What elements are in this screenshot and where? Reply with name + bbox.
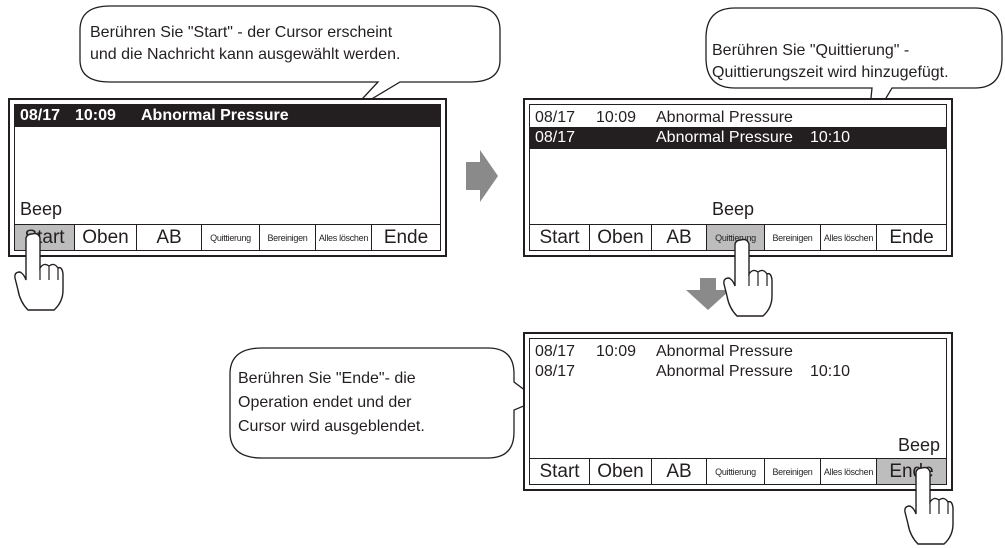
quittierung-button[interactable]: Quittierung	[707, 459, 765, 484]
oben-button[interactable]: Oben	[590, 459, 652, 484]
alarm-row-selected[interactable]: 08/17 10:09 Abnormal Pressure	[15, 105, 440, 127]
oben-button[interactable]: Oben	[590, 225, 652, 250]
alarm-time: 10:09	[596, 343, 637, 360]
alarm-message: Abnormal Pressure	[141, 107, 289, 124]
start-button[interactable]: Start	[530, 225, 590, 250]
pointing-hand-icon	[904, 466, 954, 545]
alarm-panel-step2: 08/17 10:09 Abnormal Pressure 08/17 Abno…	[523, 98, 953, 257]
alles-loeschen-button[interactable]: Alles löschen	[821, 459, 877, 484]
alarm-row[interactable]: 08/17 10:09 Abnormal Pressure	[530, 107, 946, 129]
ack-time: 10:10	[810, 363, 851, 380]
alles-loeschen-button[interactable]: Alles löschen	[316, 225, 372, 250]
alarm-time: 10:09	[596, 109, 637, 126]
bubble-text-quittierung-line2: Quittierungszeit wird hinzugefügt.	[712, 64, 949, 81]
bubble-text-quittierung-line1: Berühren Sie "Quittierung" -	[712, 42, 910, 59]
alarm-panel-step3: 08/17 10:09 Abnormal Pressure 08/17 Abno…	[523, 332, 953, 491]
alles-loeschen-button[interactable]: Alles löschen	[821, 225, 877, 250]
alarm-date: 08/17	[20, 107, 61, 124]
alarm-row[interactable]: 08/17 10:09 Abnormal Pressure	[530, 341, 946, 363]
alarm-date: 08/17	[535, 363, 576, 380]
bubble-text-ende-line1: Berühren Sie "Ende"- die	[238, 370, 416, 387]
alarm-date: 08/17	[535, 109, 576, 126]
bubble-text-ende-line3: Cursor wird ausgeblendet.	[238, 418, 425, 435]
bubble-text-ende-line2: Operation endet und der	[238, 394, 412, 411]
alarm-date: 08/17	[535, 343, 576, 360]
button-bar: Start Oben AB Quittierung Bereinigen All…	[15, 224, 440, 250]
bereinigen-button[interactable]: Bereinigen	[260, 225, 316, 250]
arrow-right-icon	[466, 150, 498, 202]
ende-button[interactable]: Ende	[372, 225, 440, 250]
beep-label: Beep	[20, 199, 63, 219]
ende-button[interactable]: Ende	[877, 225, 946, 250]
ab-button[interactable]: AB	[652, 459, 707, 484]
alarm-panel-step1: 08/17 10:09 Abnormal Pressure Beep Start…	[8, 98, 447, 257]
pointing-hand-icon	[723, 238, 773, 317]
alarm-message: Abnormal Pressure	[656, 109, 793, 126]
bubble-text-start-line1: Berühren Sie "Start" - der Cursor ersche…	[90, 24, 393, 41]
alarm-message: Abnormal Pressure	[656, 129, 793, 146]
bereinigen-button[interactable]: Bereinigen	[765, 225, 821, 250]
bereinigen-button[interactable]: Bereinigen	[765, 459, 821, 484]
quittierung-button[interactable]: Quittierung	[202, 225, 260, 250]
button-bar: Start Oben AB Quittierung Bereinigen All…	[530, 458, 946, 484]
alarm-row[interactable]: 08/17 Abnormal Pressure 10:10	[530, 361, 946, 383]
beep-label: Beep	[897, 435, 940, 455]
alarm-date: 08/17	[535, 129, 576, 146]
alarm-message: Abnormal Pressure	[656, 363, 793, 380]
oben-button[interactable]: Oben	[75, 225, 137, 250]
bubble-text-start-line2: und die Nachricht kann ausgewählt werden…	[90, 46, 401, 63]
start-button[interactable]: Start	[530, 459, 590, 484]
pointing-hand-icon	[14, 232, 64, 311]
alarm-message: Abnormal Pressure	[656, 343, 793, 360]
alarm-time: 10:09	[75, 107, 116, 124]
ack-time: 10:10	[810, 129, 851, 146]
ab-button[interactable]: AB	[137, 225, 202, 250]
ab-button[interactable]: AB	[652, 225, 707, 250]
alarm-row-selected[interactable]: 08/17 Abnormal Pressure 10:10	[530, 127, 946, 149]
beep-label: Beep	[712, 199, 755, 219]
